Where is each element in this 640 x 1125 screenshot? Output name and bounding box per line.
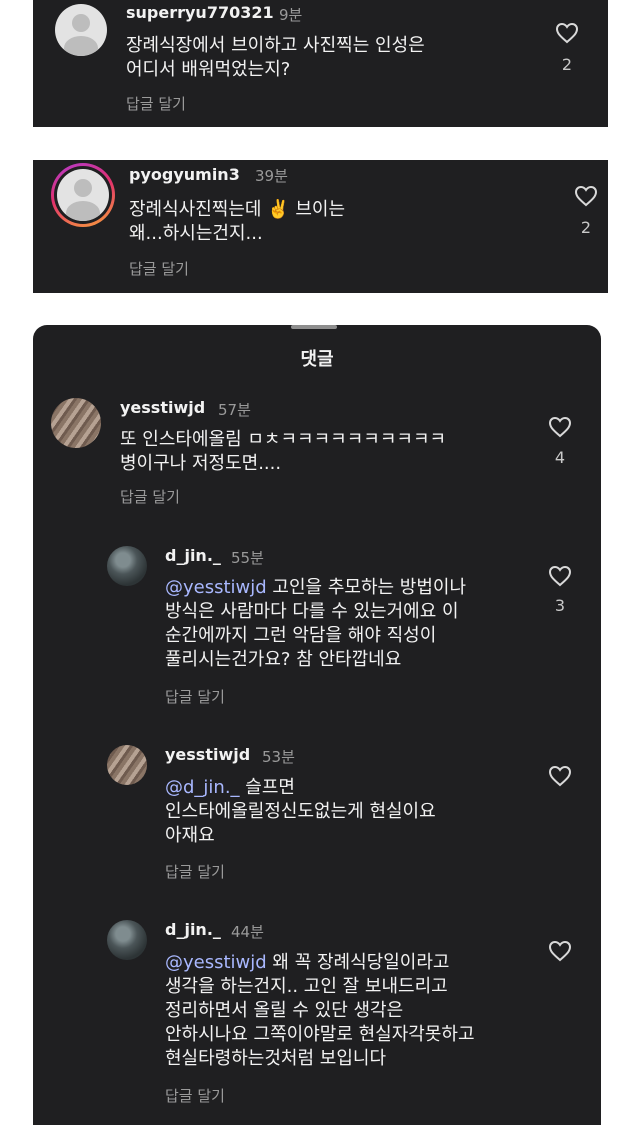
like-count: 2 [561, 55, 573, 74]
heart-outline-icon[interactable] [548, 416, 572, 438]
avatar[interactable] [107, 546, 147, 586]
comment-time: 44분 [231, 923, 264, 941]
avatar[interactable] [107, 920, 147, 960]
comment-text: @d_jin._ 슬프면 인스타에올릴정신도없는게 현실이요 아재요 [165, 776, 436, 848]
comment-username[interactable]: d_jin._ [165, 920, 221, 939]
mention-link[interactable]: @yesstiwjd [165, 952, 267, 973]
default-avatar-icon [74, 179, 92, 197]
comment-username[interactable]: pyogyumin3 [129, 165, 240, 184]
comment-line: 풀리시는건가요? 참 안타깝네요 [165, 649, 402, 670]
like-count: 3 [554, 596, 566, 615]
comment-username[interactable]: yesstiwjd [120, 398, 205, 417]
comment-line: 아재요 [165, 825, 215, 846]
heart-outline-icon[interactable] [555, 22, 579, 44]
comment-line: @yesstiwjd 고인을 추모하는 방법이나 [165, 576, 466, 600]
mention-link[interactable]: @yesstiwjd [165, 577, 267, 598]
default-avatar-icon [72, 14, 90, 32]
heart-outline-icon[interactable] [548, 565, 572, 587]
comment-time: 39분 [255, 167, 288, 185]
like-count: 2 [580, 218, 592, 237]
comment-username[interactable]: superryu770321 [126, 3, 274, 22]
reply-button[interactable]: 답글 달기 [129, 258, 189, 279]
comment-line: 왜...하시는건지... [129, 223, 263, 244]
reply-button[interactable]: 답글 달기 [126, 93, 186, 114]
reply-button[interactable]: 답글 달기 [165, 1085, 225, 1106]
comment-card-2: pyogyumin3 39분 장례식사진찍는데 ✌️ 브이는 왜...하시는건지… [33, 160, 608, 293]
sheet-title: 댓글 [300, 349, 334, 370]
comment-line: 병이구나 저정도면.... [120, 453, 282, 474]
heart-outline-icon[interactable] [548, 940, 572, 962]
reply-button[interactable]: 답글 달기 [120, 486, 180, 507]
reply-button[interactable]: 답글 달기 [165, 861, 225, 882]
avatar[interactable] [107, 745, 147, 785]
comment-line: 안하시나요 그쪽이야말로 현실자각못하고 [165, 1024, 475, 1045]
avatar[interactable] [51, 398, 101, 448]
comment-line-rest: 왜 꼭 장례식당일이라고 [266, 952, 450, 973]
comment-text: @yesstiwjd 고인을 추모하는 방법이나 방식은 사람마다 다를 수 있… [165, 576, 466, 672]
comment-time: 53분 [262, 748, 295, 766]
comment-line: 현실타령하는것처럼 보입니다 [165, 1048, 387, 1069]
comment-line-rest: 슬프면 [239, 777, 295, 798]
comment-line: 장례식사진찍는데 ✌️ 브이는 [129, 199, 346, 220]
comment-text: 장례식장에서 브이하고 사진찍는 인성은 어디서 배워먹었는지? [126, 34, 425, 82]
comment-card-1: superryu770321 9분 장례식장에서 브이하고 사진찍는 인성은 어… [33, 0, 608, 127]
comment-time: 55분 [231, 549, 264, 567]
comment-line: 또 인스타에올림 ㅁㅊㅋㅋㅋㅋㅋㅋㅋㅋㅋㅋ [120, 429, 447, 450]
comment-line: 어디서 배워먹었는지? [126, 59, 291, 80]
reply-button[interactable]: 답글 달기 [165, 686, 225, 707]
comment-line: 순간에까지 그런 악담을 해야 직성이 [165, 625, 437, 646]
comment-line-rest: 고인을 추모하는 방법이나 [266, 577, 467, 598]
comment-line: 생각을 하는건지.. 고인 잘 보내드리고 [165, 976, 448, 997]
like-count: 4 [554, 448, 566, 467]
comments-sheet: 댓글 yesstiwjd 57분 또 인스타에올림 ㅁㅊㅋㅋㅋㅋㅋㅋㅋㅋㅋㅋ 병… [33, 325, 601, 1125]
comment-line: 장례식장에서 브이하고 사진찍는 인성은 [126, 35, 425, 56]
comment-line: 방식은 사람마다 다를 수 있는거에요 이 [165, 601, 459, 622]
avatar-body-shape [64, 36, 98, 56]
avatar[interactable] [55, 4, 107, 56]
comment-time: 57분 [218, 401, 251, 419]
comment-line: 인스타에올릴정신도없는게 현실이요 [165, 801, 436, 822]
avatar-body-shape [66, 201, 100, 221]
comment-line: @yesstiwjd 왜 꼭 장례식당일이라고 [165, 951, 475, 975]
comment-text: 장례식사진찍는데 ✌️ 브이는 왜...하시는건지... [129, 198, 345, 246]
mention-link[interactable]: @d_jin._ [165, 777, 240, 798]
heart-outline-icon[interactable] [574, 185, 598, 207]
drag-handle[interactable] [291, 325, 337, 329]
avatar[interactable] [57, 169, 109, 221]
comment-text: 또 인스타에올림 ㅁㅊㅋㅋㅋㅋㅋㅋㅋㅋㅋㅋ 병이구나 저정도면.... [120, 428, 446, 476]
comment-username[interactable]: d_jin._ [165, 546, 221, 565]
heart-outline-icon[interactable] [548, 765, 572, 787]
comment-line: 정리하면서 올릴 수 있단 생각은 [165, 1000, 404, 1021]
comment-text: @yesstiwjd 왜 꼭 장례식당일이라고 생각을 하는건지.. 고인 잘 … [165, 951, 475, 1071]
comment-time: 9분 [279, 6, 303, 24]
comment-line: @d_jin._ 슬프면 [165, 776, 436, 800]
comment-username[interactable]: yesstiwjd [165, 745, 250, 764]
